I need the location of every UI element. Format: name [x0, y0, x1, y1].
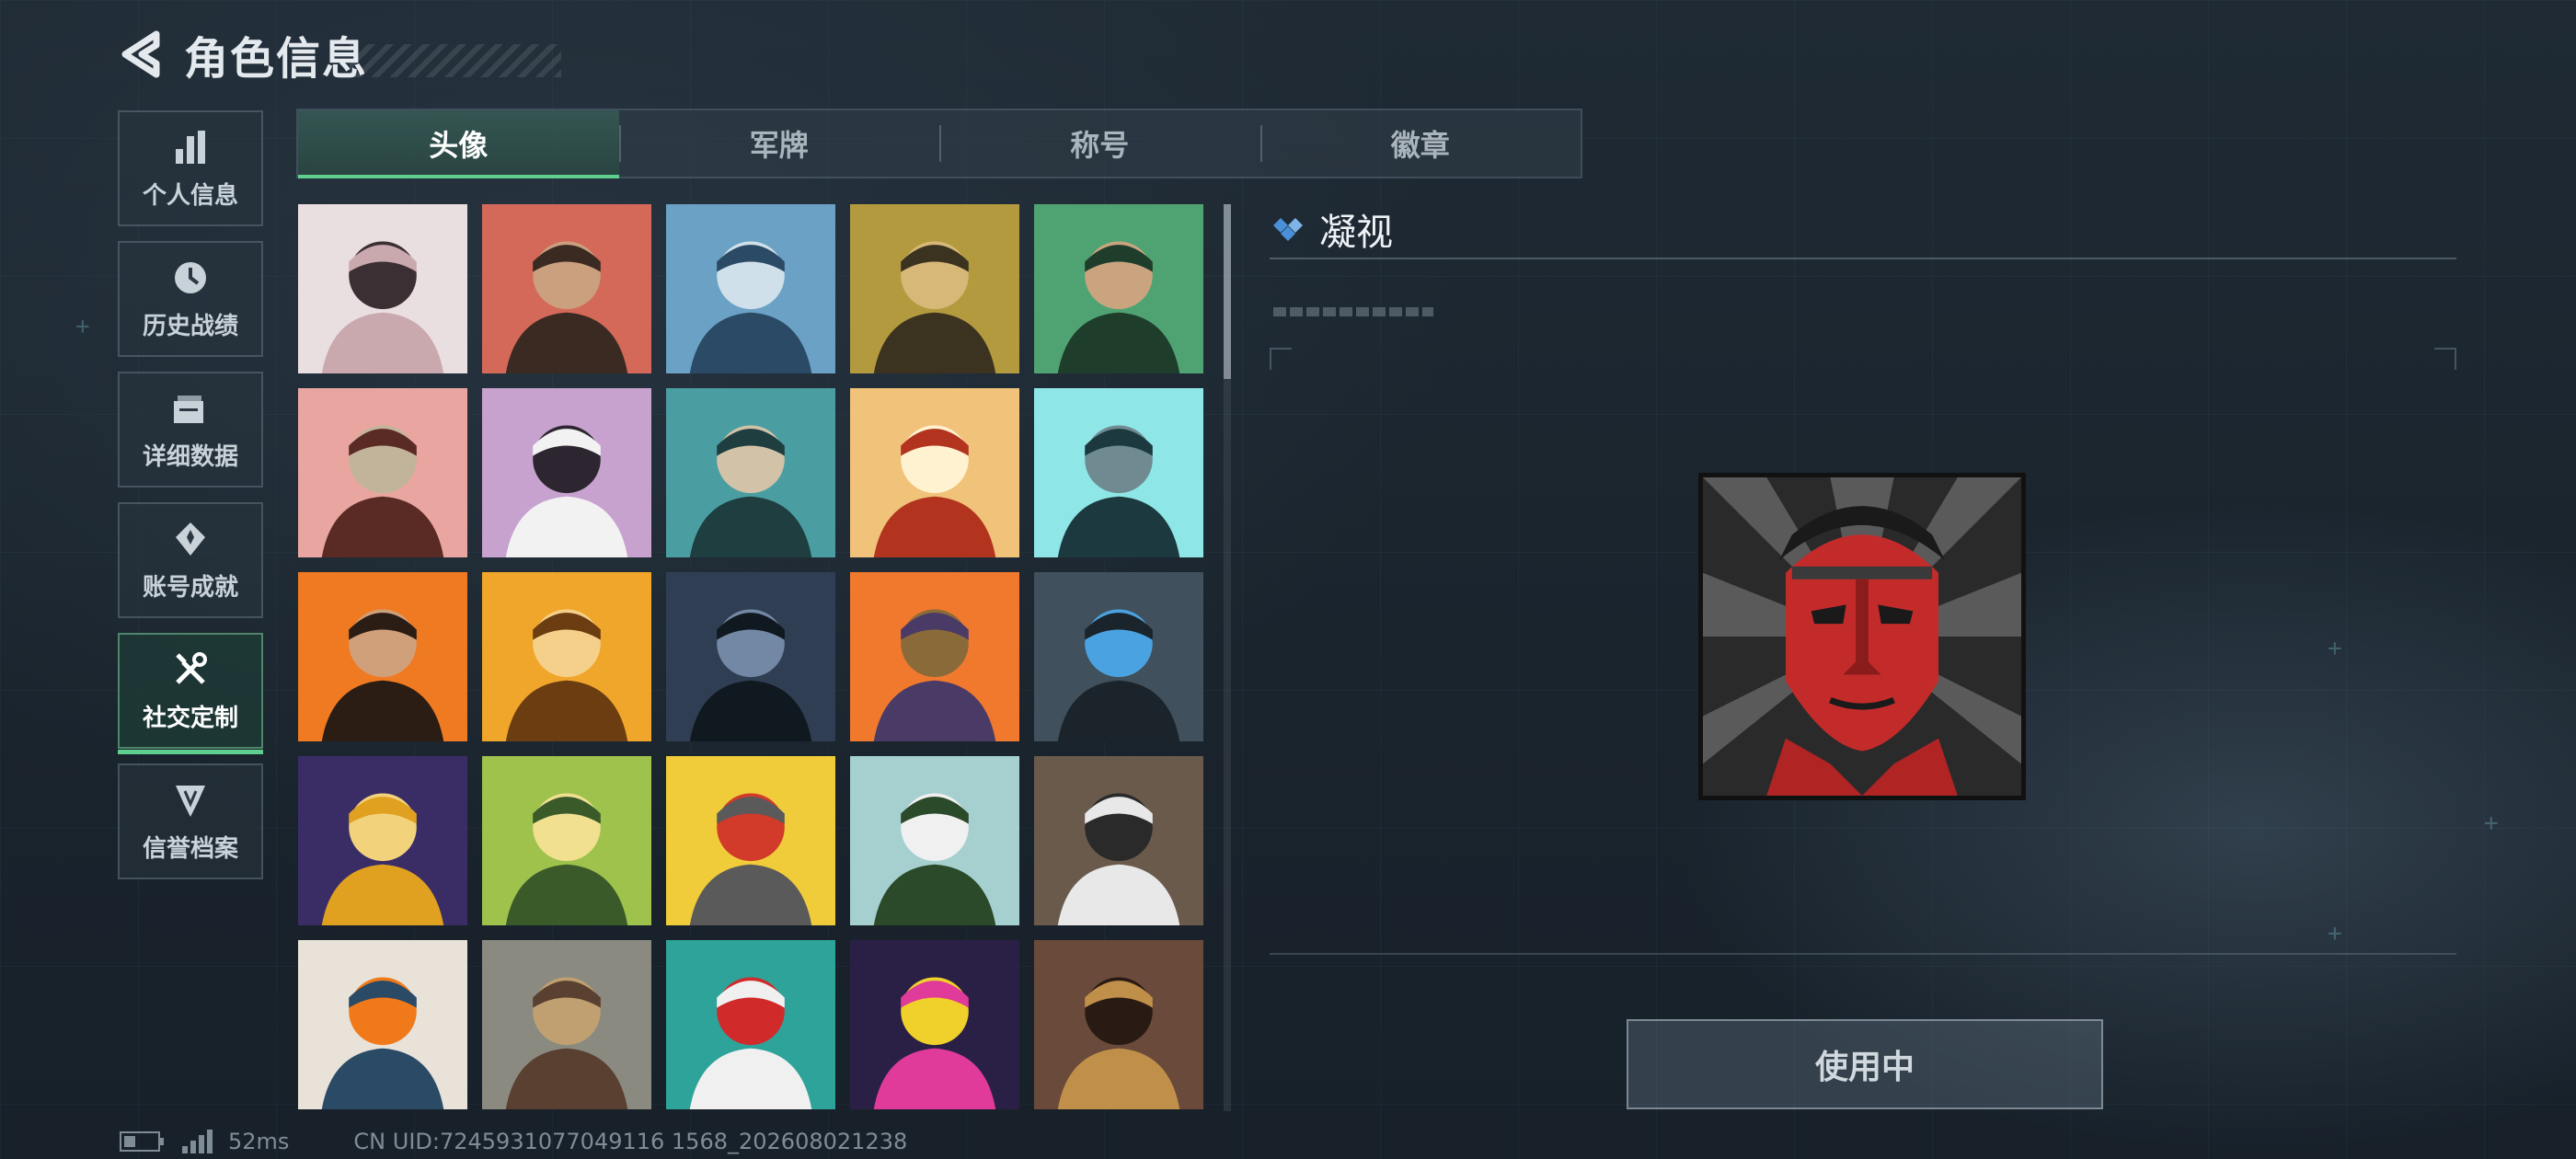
tab-dog-tag[interactable]: 军牌 [618, 110, 940, 177]
tab-title[interactable]: 称号 [939, 110, 1260, 177]
frame-corner [1270, 348, 1292, 370]
page-header: 角色信息 [120, 22, 562, 86]
avatar-tile-rusty-truck-soldier[interactable] [482, 940, 651, 1109]
avatar-tile-bean-soup-bowl[interactable] [850, 388, 1019, 557]
avatar-grid [298, 204, 1218, 1111]
selected-avatar-preview [1698, 473, 2026, 800]
decor-plus: + [2484, 809, 2499, 837]
avatar-tile-mascot-eating-ramen[interactable] [666, 756, 835, 925]
avatar-tile-sniper-scope[interactable] [1034, 572, 1203, 741]
decor-plus: + [75, 313, 90, 340]
sidebar-item-social-custom[interactable]: 社交定制 [118, 633, 263, 754]
back-arrow-icon[interactable] [120, 30, 162, 78]
avatar-detail-header: 凝视 [1270, 201, 2456, 259]
bar-chart-icon [176, 130, 205, 164]
sidebar-item-label: 信誉档案 [142, 834, 238, 863]
avatar-tile-female-pilot-headset[interactable] [666, 204, 835, 373]
diamond-icon [1273, 218, 1303, 241]
avatar-tile-masked-helmet-soldier[interactable] [1034, 388, 1203, 557]
battery-icon [120, 1131, 164, 1152]
tab-badge[interactable]: 徽章 [1259, 110, 1581, 177]
sidebar-item-reputation[interactable]: 信誉档案 [118, 763, 263, 879]
signal-icon [182, 1130, 213, 1153]
sidebar: 个人信息 历史战绩 详细数据 账号成就 社交定制 信誉档案 [118, 110, 265, 894]
tools-icon [176, 651, 207, 684]
uid-text: CN UID:7245931077049116 1568_20260802123… [353, 1129, 908, 1154]
in-use-button[interactable]: 使用中 [1627, 1019, 2103, 1109]
avatar-tile-comic-book-hand[interactable] [298, 756, 467, 925]
avatar-tile-fireworks-night[interactable] [850, 940, 1019, 1109]
avatar-tile-scales-of-justice-emblem[interactable] [1034, 940, 1203, 1109]
sidebar-item-label: 社交定制 [142, 704, 238, 732]
avatar-grid-scrollbar[interactable] [1224, 204, 1231, 1111]
avatar-tile-blurred-portrait-woman[interactable] [298, 204, 467, 373]
avatar-tile-white-hair-girl[interactable] [482, 388, 651, 557]
sidebar-item-label: 详细数据 [142, 442, 238, 471]
sidebar-item-history[interactable]: 历史战绩 [118, 241, 263, 357]
avatar-tile-orange-feather[interactable] [298, 940, 467, 1109]
reputation-shield-icon [176, 785, 205, 817]
scrollbar-thumb[interactable] [1224, 204, 1231, 379]
sidebar-item-detailed-data[interactable]: 详细数据 [118, 372, 263, 488]
avatar-tile-soldier-cap-headset[interactable] [482, 204, 651, 373]
page-title: 角色信息 [184, 33, 369, 85]
avatar-tile-man-green-headset[interactable] [1034, 204, 1203, 373]
sidebar-item-personal-info[interactable]: 个人信息 [118, 110, 263, 226]
sidebar-item-label: 历史战绩 [142, 312, 238, 340]
ping-text: 52ms [228, 1129, 290, 1154]
folder-icon [174, 395, 203, 423]
title-decoration [350, 44, 562, 77]
avatar-tile-bearded-man-glasses[interactable] [666, 388, 835, 557]
sidebar-item-achievements[interactable]: 账号成就 [118, 502, 263, 618]
obscured-description [1273, 307, 1433, 316]
sidebar-item-label: 账号成就 [142, 573, 238, 602]
avatar-tile-triangle-sign[interactable] [482, 572, 651, 741]
avatar-tile-exit-door[interactable] [482, 756, 651, 925]
avatar-tile-way-out-street-sign[interactable] [850, 756, 1019, 925]
achievement-icon [176, 522, 205, 556]
avatar-tile-night-soldier[interactable] [666, 572, 835, 741]
status-bar: 52ms CN UID:7245931077049116 1568_202608… [120, 1128, 907, 1155]
selected-avatar-name: 凝视 [1319, 212, 1393, 254]
tab-avatar[interactable]: 头像 [298, 110, 619, 178]
avatar-tile-bald-man-headset[interactable] [850, 204, 1019, 373]
tab-bar: 头像 军牌 称号 徽章 [296, 109, 1582, 178]
frame-corner [2434, 348, 2456, 370]
clock-icon [175, 261, 206, 293]
avatar-tile-snowman-2025[interactable] [666, 940, 835, 1109]
sidebar-item-label: 个人信息 [142, 181, 238, 210]
avatar-tile-red-helmet-soldier[interactable] [298, 388, 467, 557]
avatar-tile-heavy-gunner[interactable] [850, 572, 1019, 741]
avatar-tile-diamond-in-hand[interactable] [1034, 756, 1203, 925]
avatar-tile-masked-long-hair-man[interactable] [298, 572, 467, 741]
